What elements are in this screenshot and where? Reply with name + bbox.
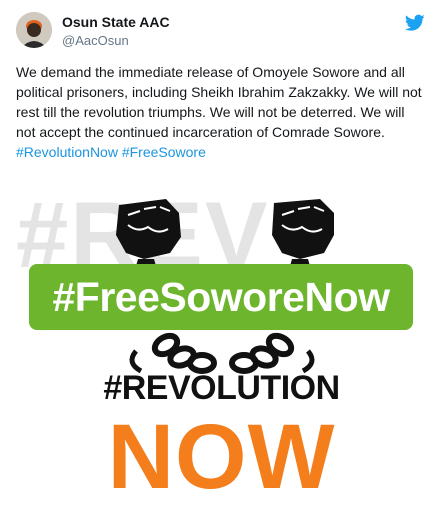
hashtag-row: #RevolutionNow #FreeSowore [16,142,428,162]
tweet-text-line: political prisoners, including Sheikh Ib… [16,84,422,100]
tweet-text-line: rest till the revolution triumphs. We wi… [16,104,405,120]
hashtag-revolutionnow-link[interactable]: #RevolutionNow [16,144,118,160]
revolution-headline: #REVOLUTION [103,369,340,407]
tweet-card: Osun State AAC @AacOsun We demand the im… [0,0,441,512]
banner-text: #FreeSoworeNow [52,273,390,320]
now-headline: NOW [107,406,336,508]
right-fist-icon [272,199,334,273]
twitter-bird-icon[interactable] [405,14,425,32]
author-handle[interactable]: @AacOsun [62,33,129,48]
tweet-text: We demand the immediate release of Omoye… [16,62,428,162]
broken-chain-icon [151,332,295,374]
hashtag-freesowore-link[interactable]: #FreeSowore [122,144,206,160]
tweet-text-line: We demand the immediate release of Omoye… [16,64,405,80]
left-fist-icon [116,199,181,273]
tweet-media-image[interactable]: #REV [16,173,427,512]
author-name[interactable]: Osun State AAC [62,14,170,30]
tweet-text-line: not accept the continued incarceration o… [16,124,385,140]
avatar-image [16,12,52,48]
author-avatar[interactable] [16,12,52,48]
free-sowore-banner: #FreeSoworeNow [29,264,413,330]
